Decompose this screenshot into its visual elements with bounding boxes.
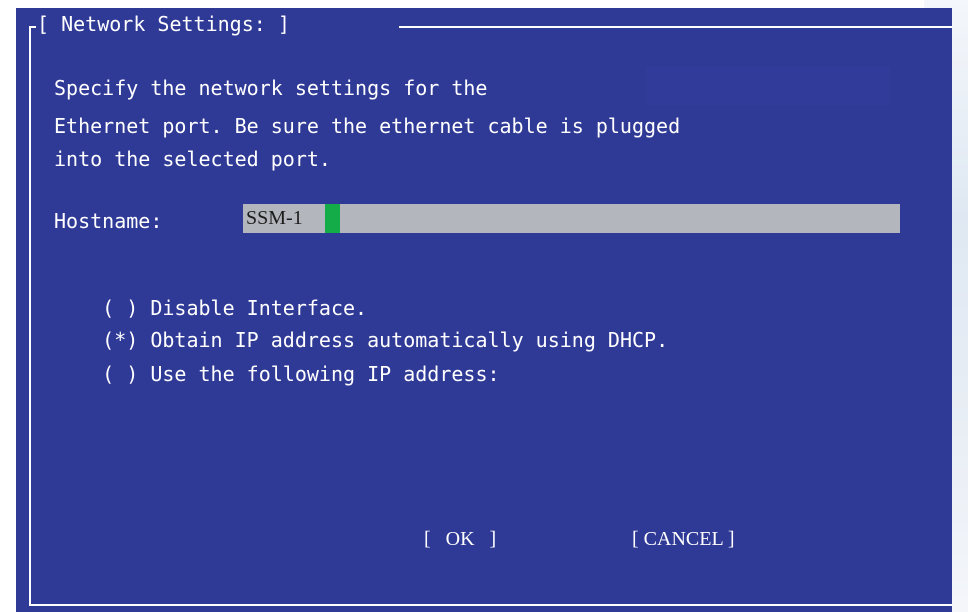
frame-bottom-border xyxy=(29,604,952,606)
radio-static-ip[interactable]: ( ) Use the following IP address: xyxy=(54,335,500,413)
radio-marker: ( ) xyxy=(102,362,139,386)
radio-label: Use the following IP address: xyxy=(150,362,500,386)
hostname-label: Hostname: xyxy=(54,209,163,233)
frame-top-right-border xyxy=(399,26,952,28)
redaction-block xyxy=(646,67,890,105)
hostname-value: SSM-1 xyxy=(246,207,303,229)
frame-left-border xyxy=(29,26,31,606)
dialog-title: [ Network Settings: ] xyxy=(37,12,290,36)
terminal-screen: [ Network Settings: ] Specify the networ… xyxy=(16,8,952,612)
description-line-1: Specify the network settings for the xyxy=(54,76,488,100)
hostname-input[interactable]: SSM-1 xyxy=(243,204,900,233)
description-line-2: Ethernet port. Be sure the ethernet cabl… xyxy=(54,114,681,138)
cancel-button[interactable]: [ CANCEL ] xyxy=(632,525,735,553)
ok-button[interactable]: [ OK ] xyxy=(424,525,496,553)
text-cursor xyxy=(325,204,340,233)
description-line-3: into the selected port. xyxy=(54,147,331,171)
